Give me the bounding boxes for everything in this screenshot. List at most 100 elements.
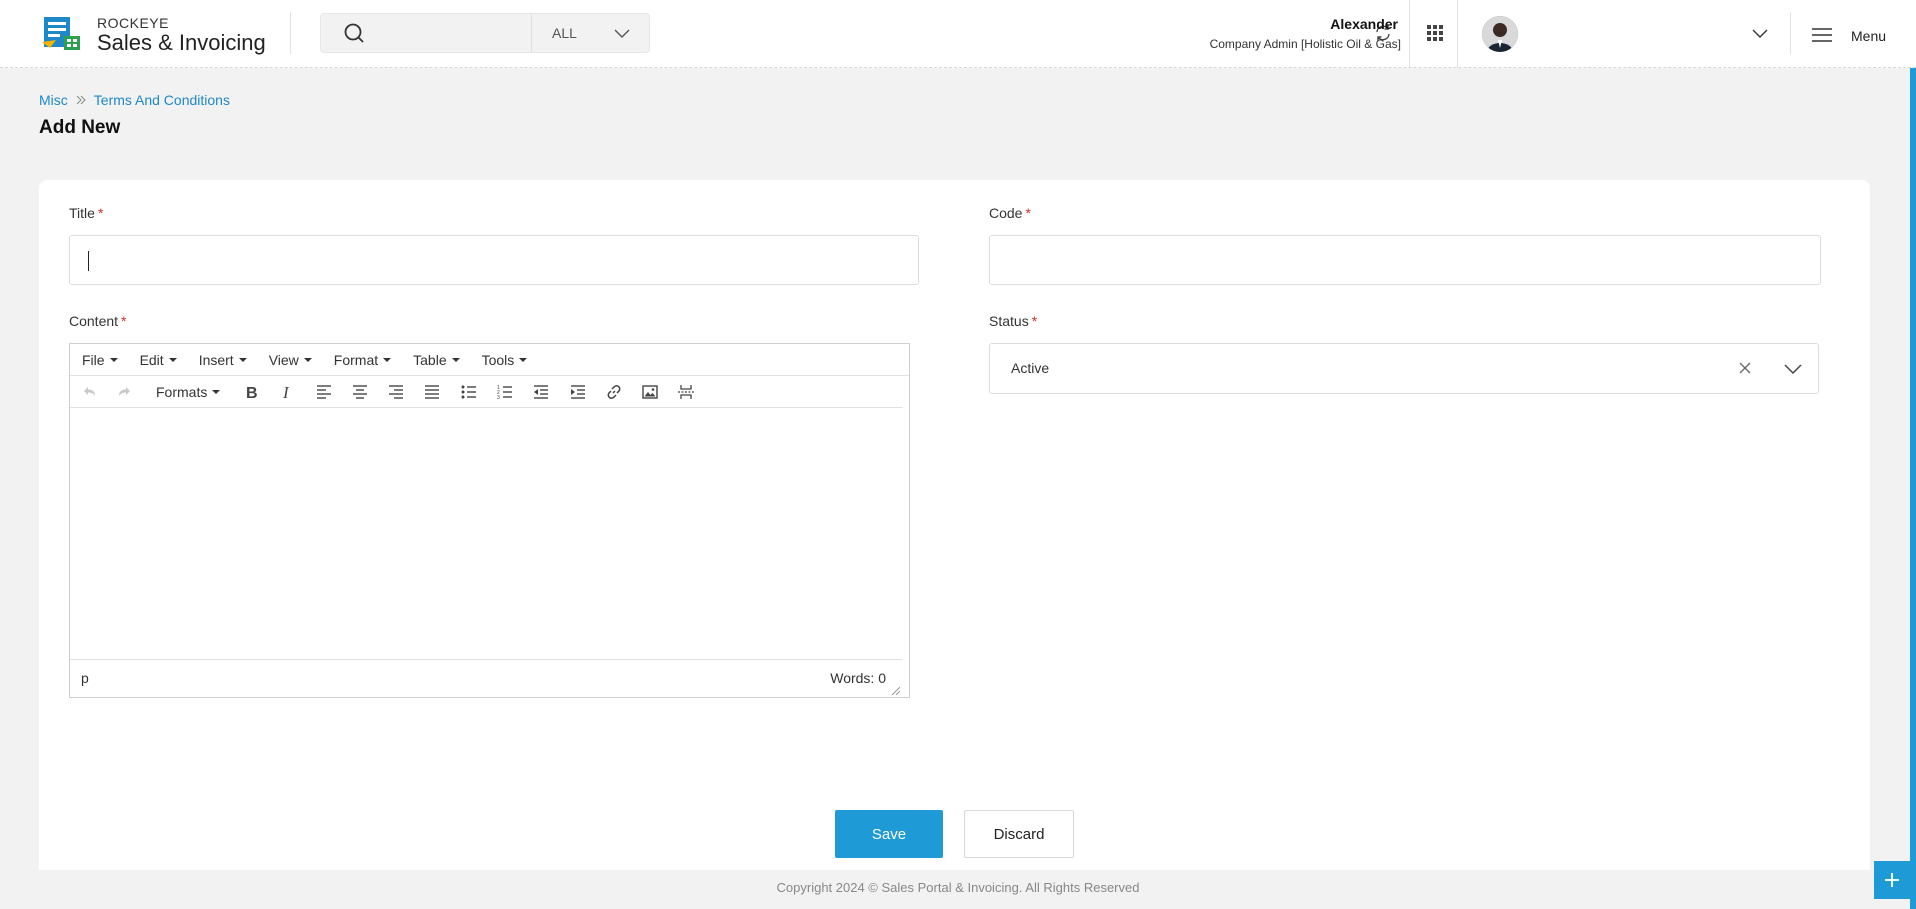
editor-menu-file[interactable]: File — [82, 352, 118, 368]
page-title: Add New — [39, 117, 121, 138]
formats-dropdown[interactable]: Formats — [156, 384, 221, 400]
editor-menu-insert[interactable]: Insert — [199, 352, 247, 368]
header-divider — [1790, 12, 1791, 54]
caret-down-icon — [303, 357, 312, 362]
caret-down-icon — [383, 357, 392, 362]
text-cursor — [88, 251, 89, 271]
indent-button[interactable] — [567, 382, 589, 402]
italic-icon: I — [282, 383, 290, 401]
caret-down-icon — [212, 390, 221, 394]
numbered-list-button[interactable]: 123 — [494, 382, 516, 402]
title-input[interactable] — [69, 235, 919, 285]
page-break-icon — [678, 385, 694, 399]
page-break-button[interactable] — [675, 382, 697, 402]
user-avatar-icon — [1482, 16, 1518, 52]
indent-icon — [571, 385, 585, 399]
editor-menu-view[interactable]: View — [269, 352, 312, 368]
align-left-button[interactable] — [313, 382, 335, 402]
editor-content-area[interactable] — [70, 409, 902, 659]
link-button[interactable] — [603, 382, 625, 402]
required-marker: * — [97, 205, 104, 221]
align-center-icon — [353, 385, 367, 399]
caret-down-icon — [451, 357, 460, 362]
header-divider — [290, 12, 291, 54]
caret-down-icon — [238, 357, 247, 362]
side-panel-strip[interactable] — [1910, 68, 1916, 909]
discard-button[interactable]: Discard — [964, 810, 1074, 858]
save-button[interactable]: Save — [835, 810, 943, 858]
rich-text-editor: File Edit Insert View Format Table Tools… — [69, 343, 910, 698]
bold-icon: B — [246, 385, 258, 401]
svg-text:I: I — [282, 383, 290, 401]
editor-menu-edit[interactable]: Edit — [140, 352, 177, 368]
bullet-list-button[interactable] — [458, 382, 480, 402]
grid-icon — [1427, 25, 1443, 41]
top-header: ROCKEYE Sales & Invoicing ALL Alexander … — [0, 0, 1916, 68]
breadcrumb-item-misc[interactable]: Misc — [39, 92, 68, 108]
redo-icon — [119, 387, 130, 396]
caret-down-icon — [168, 357, 177, 362]
editor-menu-tools[interactable]: Tools — [482, 352, 528, 368]
brand-name: Sales & Invoicing — [97, 30, 266, 55]
numbered-list-icon: 123 — [497, 385, 512, 401]
double-chevron-right-icon — [76, 95, 86, 105]
chevron-down-icon[interactable] — [1784, 362, 1802, 376]
header-divider — [1457, 0, 1458, 68]
search-scope-select[interactable]: ALL — [531, 14, 649, 52]
align-right-icon — [389, 385, 403, 399]
editor-element-path[interactable]: p — [81, 670, 89, 686]
editor-toolbar: Formats B I 123 — [70, 376, 902, 408]
outdent-button[interactable] — [530, 382, 552, 402]
search-icon[interactable] — [343, 22, 365, 44]
status-select[interactable]: Active — [989, 343, 1819, 394]
italic-button[interactable]: I — [276, 382, 298, 402]
resize-handle-icon[interactable] — [890, 685, 900, 695]
caret-down-icon — [519, 357, 528, 362]
required-marker: * — [1025, 205, 1031, 221]
bold-button[interactable]: B — [240, 382, 262, 402]
plus-icon — [1885, 873, 1899, 887]
form-card: Title * Code * Content * File Edit Insert V… — [39, 180, 1870, 870]
image-icon — [642, 385, 658, 399]
undo-button[interactable] — [78, 382, 100, 402]
word-count: Words: 0 — [830, 670, 886, 686]
code-input[interactable] — [989, 235, 1821, 285]
hamburger-icon — [1812, 28, 1832, 42]
align-right-button[interactable] — [385, 382, 407, 402]
caret-down-icon — [109, 357, 118, 362]
redo-button[interactable] — [114, 382, 136, 402]
app-logo-icon[interactable] — [42, 14, 82, 52]
footer-copyright: Copyright 2024 © Sales Portal & Invoicin… — [776, 880, 1140, 895]
editor-menu-table[interactable]: Table — [413, 352, 460, 368]
global-search: ALL — [320, 13, 650, 53]
svg-text:B: B — [246, 385, 258, 401]
outdent-icon — [534, 385, 548, 399]
breadcrumb: Misc Terms And Conditions — [39, 92, 230, 108]
bullet-list-icon — [461, 385, 476, 399]
apps-button[interactable] — [1418, 16, 1452, 50]
user-menu-chevron-icon[interactable] — [1752, 26, 1768, 40]
align-left-icon — [317, 385, 331, 399]
editor-menu-format[interactable]: Format — [334, 352, 392, 368]
close-icon[interactable] — [1737, 360, 1753, 376]
undo-icon — [84, 387, 95, 396]
avatar[interactable] — [1482, 16, 1518, 52]
brand-top-text: ROCKEYE — [97, 15, 169, 31]
editor-menubar: File Edit Insert View Format Table Tools — [70, 344, 909, 376]
align-center-button[interactable] — [349, 382, 371, 402]
header-divider — [1409, 0, 1410, 68]
required-marker: * — [1031, 313, 1038, 329]
editor-statusbar: p Words: 0 — [70, 659, 902, 697]
quick-add-button[interactable] — [1874, 861, 1910, 899]
required-marker: * — [121, 313, 127, 329]
svg-text:3: 3 — [497, 395, 500, 401]
code-label: Code * — [989, 205, 1031, 221]
user-role: Company Admin [Holistic Oil & Gas] — [1209, 37, 1401, 51]
align-justify-button[interactable] — [421, 382, 443, 402]
align-justify-icon — [425, 385, 439, 399]
menu-button[interactable]: Menu — [1811, 26, 1911, 46]
image-button[interactable] — [639, 382, 661, 402]
breadcrumb-item-terms[interactable]: Terms And Conditions — [94, 92, 230, 108]
user-name: Alexander — [1330, 16, 1398, 32]
title-label: Title * — [69, 205, 104, 221]
